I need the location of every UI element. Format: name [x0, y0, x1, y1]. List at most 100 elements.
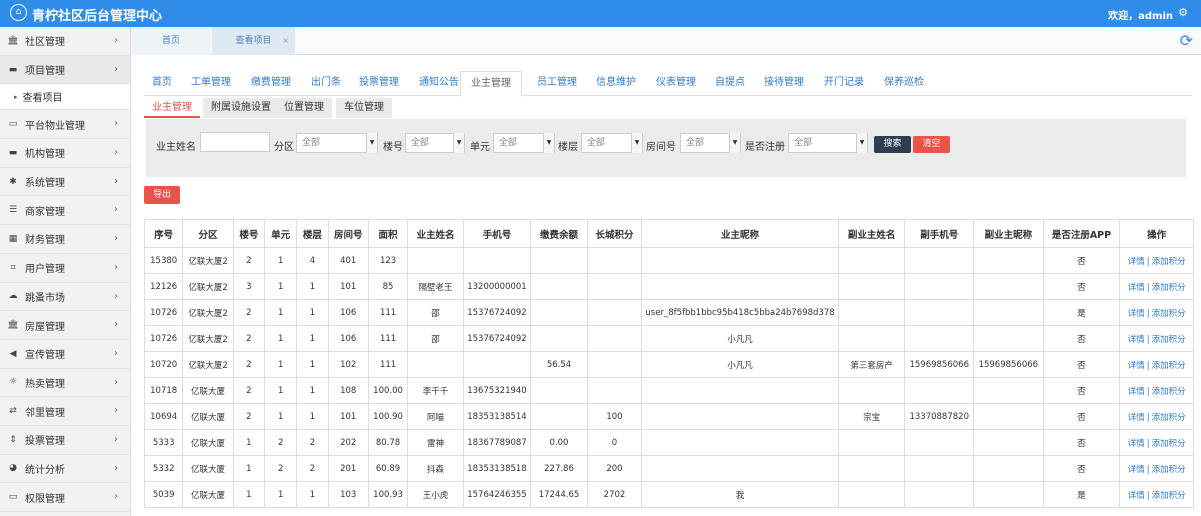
add-points-link[interactable]: 添加积分: [1152, 361, 1186, 371]
nav-tab[interactable]: 通知公告: [419, 71, 459, 96]
sidebar-item[interactable]: ◀ 宣传管理 ›: [0, 340, 130, 369]
detail-link[interactable]: 详情: [1128, 439, 1145, 449]
sub-tab[interactable]: 附属设施设置: [203, 98, 279, 118]
detail-link[interactable]: 详情: [1128, 413, 1145, 423]
project-icon: ▬: [8, 64, 18, 75]
building-select[interactable]: 全部 ▼: [405, 133, 465, 153]
table-cell: [904, 325, 975, 352]
nav-tab[interactable]: 首页: [152, 71, 172, 96]
refresh-icon[interactable]: ⟳: [1180, 31, 1193, 50]
add-points-link[interactable]: 添加积分: [1152, 309, 1186, 319]
add-points-link[interactable]: 添加积分: [1152, 413, 1186, 423]
nav-tab[interactable]: 信息维护: [596, 71, 636, 96]
table-cell: [973, 429, 1044, 456]
table-cell: 2: [232, 247, 266, 274]
crop-icon: ⌗: [10, 262, 16, 273]
owner-name-input[interactable]: [200, 132, 270, 152]
sidebar-item[interactable]: ✱ 系统管理 ›: [0, 168, 130, 197]
add-points-link[interactable]: 添加积分: [1152, 283, 1186, 293]
add-points-link[interactable]: 添加积分: [1152, 257, 1186, 267]
nav-tab[interactable]: 仪表管理: [656, 71, 696, 96]
detail-link[interactable]: 详情: [1128, 283, 1145, 293]
gear-icon[interactable]: ⚙: [1178, 6, 1188, 19]
district-select[interactable]: 全部 ▼: [296, 133, 378, 153]
sidebar-item[interactable]: ☁ 跳蚤市场 ›: [0, 283, 130, 312]
search-button[interactable]: 搜索: [874, 136, 911, 153]
sidebar-item[interactable]: ▬ 项目管理 ›: [0, 55, 130, 85]
sidebar-item[interactable]: ▭ 平台物业管理 ›: [0, 110, 130, 140]
sidebar-item[interactable]: ☰ 商家管理 ›: [0, 196, 130, 226]
sub-tab[interactable]: 业主管理: [144, 98, 200, 118]
sidebar-subitem-view-project[interactable]: ▸ 查看项目: [0, 84, 130, 111]
detail-link[interactable]: 详情: [1128, 335, 1145, 345]
table-cell: 2: [296, 429, 329, 456]
table-cell: 抖森: [407, 455, 464, 482]
table-cell: 1: [296, 325, 329, 352]
table-cell: 10726: [143, 325, 184, 352]
table-cell: [837, 325, 906, 352]
table-cell: [973, 481, 1044, 508]
add-points-link[interactable]: 添加积分: [1152, 387, 1186, 397]
sub-tab[interactable]: 位置管理: [276, 98, 332, 118]
nav-tab[interactable]: 工单管理: [191, 71, 231, 96]
nav-tab[interactable]: 投票管理: [359, 71, 399, 96]
sidebar-item[interactable]: ▬ 机构管理 ›: [0, 139, 130, 168]
table-cell: 雷神: [407, 429, 464, 456]
nav-tab[interactable]: 开门记录: [824, 71, 864, 96]
registered-select[interactable]: 全部 ▼: [788, 133, 868, 153]
table-cell: 10718: [143, 377, 184, 404]
nav-tab[interactable]: 员工管理: [537, 71, 577, 96]
table-cell: 15376724092: [462, 325, 532, 352]
detail-link[interactable]: 详情: [1128, 309, 1145, 319]
sidebar-item[interactable]: ⌗ 用户管理 ›: [0, 254, 130, 283]
table-cell: [973, 273, 1044, 300]
nav-tab[interactable]: 出门条: [311, 71, 341, 96]
add-points-link[interactable]: 添加积分: [1152, 439, 1186, 449]
sidebar-item-label: 系统管理: [25, 178, 65, 190]
clear-button[interactable]: 清空: [913, 136, 950, 153]
table-cell: 1: [296, 377, 329, 404]
sidebar-item[interactable]: 🏛 社区管理 ›: [0, 27, 130, 56]
chevron-right-icon: ›: [114, 319, 118, 331]
sidebar-item[interactable]: ⇕ 投票管理 ›: [0, 426, 130, 455]
sidebar-item[interactable]: ▭ 权限管理 ›: [0, 483, 130, 512]
tab-view-project[interactable]: 查看项目 ×: [212, 27, 295, 55]
monitor-icon: ▭: [8, 119, 18, 130]
welcome-user[interactable]: 欢迎，admin: [1108, 7, 1173, 22]
export-button[interactable]: 导出: [144, 186, 180, 204]
nav-tab[interactable]: 自提点: [715, 71, 745, 96]
unit-select[interactable]: 全部 ▼: [493, 133, 555, 153]
add-points-link[interactable]: 添加积分: [1152, 465, 1186, 475]
floor-select[interactable]: 全部 ▼: [581, 133, 643, 153]
table-cell: [530, 299, 588, 326]
detail-link[interactable]: 详情: [1128, 465, 1145, 475]
nav-tab[interactable]: 业主管理: [460, 71, 522, 97]
table-cell: 否: [1042, 325, 1121, 352]
owner-table: 序号 分区 楼号 单元 楼层 房间号 面积 业主姓名 手机号 缴费余额 长城积分 业主昵称 副业主姓名副…: [143, 219, 1194, 508]
sidebar-item[interactable]: ☼ 热卖管理 ›: [0, 369, 130, 398]
sidebar-item[interactable]: ◕ 统计分析 ›: [0, 455, 130, 484]
table-cell: 否: [1042, 351, 1121, 378]
detail-link[interactable]: 详情: [1128, 361, 1145, 371]
room-select[interactable]: 全部 ▼: [680, 133, 741, 153]
close-icon[interactable]: ×: [282, 27, 289, 55]
tab-home[interactable]: 首页: [131, 27, 211, 55]
add-points-link[interactable]: 添加积分: [1152, 491, 1186, 501]
add-points-link[interactable]: 添加积分: [1152, 335, 1186, 345]
table-cell: [837, 299, 906, 326]
table-cell: 401: [327, 247, 369, 274]
detail-link[interactable]: 详情: [1128, 491, 1145, 501]
sub-tab[interactable]: 车位管理: [336, 98, 392, 118]
sidebar-item[interactable]: 🏛 房屋管理 ›: [0, 311, 130, 340]
detail-link[interactable]: 详情: [1128, 387, 1145, 397]
tab-view-project-label: 查看项目: [235, 36, 272, 46]
nav-tab[interactable]: 保养巡检: [884, 71, 924, 96]
nav-tab[interactable]: 接待管理: [764, 71, 804, 96]
column-header: 业主昵称: [641, 219, 839, 248]
sidebar-item[interactable]: ▦ 财务管理 ›: [0, 225, 130, 254]
table-cell: [586, 325, 643, 352]
sidebar-item[interactable]: ⇄ 邻里管理 ›: [0, 397, 130, 426]
nav-tab[interactable]: 缴费管理: [251, 71, 291, 96]
detail-link[interactable]: 详情: [1128, 257, 1145, 267]
table-cell: 2: [232, 299, 266, 326]
